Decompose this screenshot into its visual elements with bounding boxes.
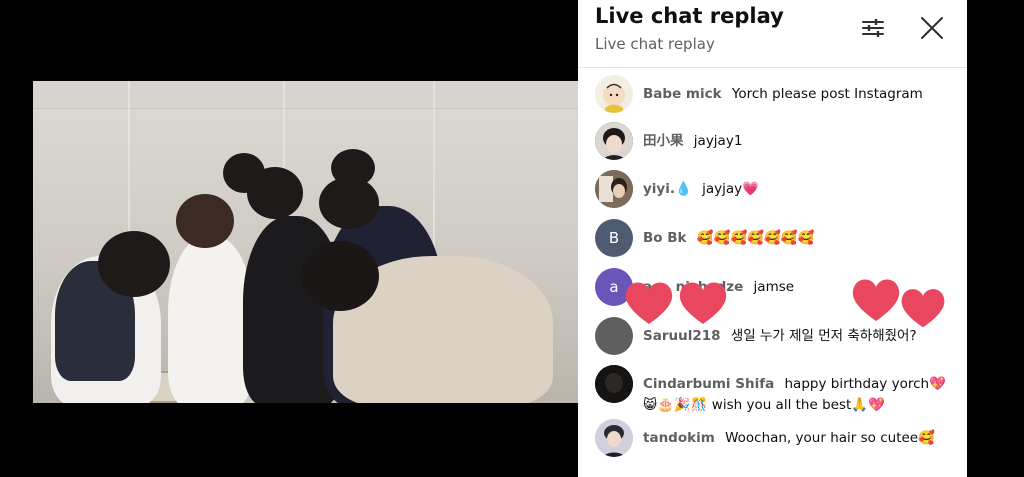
avatar-letter: a [609,278,619,296]
video-person-head [176,194,234,248]
chat-text: 🥰🥰🥰🥰🥰🥰🥰 [696,230,815,246]
heart-reaction-icon [679,282,727,324]
chat-message-body: tandokim Woochan, your hair so cutee🥰 [643,419,935,449]
chat-mode-dropdown[interactable]: Live chat replay [595,35,715,53]
chat-message: yiyi.💧 jayjay💗 [595,170,959,208]
chat-author[interactable]: 田小果 [643,133,684,149]
live-chat-panel: Live chat replay Live chat replay Babe m… [578,0,967,477]
cartoon-avatar-icon [603,83,625,113]
chat-author[interactable]: tandokim [643,430,715,446]
avatar[interactable] [595,365,633,403]
video-frame[interactable] [33,81,579,403]
avatar[interactable] [595,75,633,113]
chat-message-body: 田小果 jayjay1 [643,122,742,152]
chat-author[interactable]: Babe mick [643,86,722,102]
chat-text: jayjay💗 [702,181,759,197]
screen: Live chat replay Live chat replay Babe m… [0,0,1024,477]
chat-text: jayjay1 [693,133,743,149]
chat-author[interactable]: Bo Bk [643,230,687,246]
chat-author[interactable]: Cindarbumi Shifa [643,376,774,392]
chat-message: tandokim Woochan, your hair so cutee🥰 [595,419,959,457]
chat-text: happy birthday yorch💖 [784,376,946,392]
chat-text-line2: 😸🎂🎉🎊 wish you all the best🙏💖 [643,397,885,413]
photo-avatar-icon [595,122,633,160]
chat-message: 田小果 jayjay1 [595,122,959,160]
chat-message-body: Babe mick Yorch please post Instagram [643,75,923,105]
chat-message-body: Bo Bk 🥰🥰🥰🥰🥰🥰🥰 [643,219,815,249]
avatar[interactable] [595,170,633,208]
video-person-head [301,241,379,311]
chat-message: Babe mick Yorch please post Instagram [595,75,959,113]
chat-text: Woochan, your hair so cutee🥰 [725,430,935,446]
chat-message: B Bo Bk 🥰🥰🥰🥰🥰🥰🥰 [595,219,959,257]
video-ceiling [33,81,579,109]
chat-title: Live chat replay [595,4,784,28]
close-icon[interactable] [917,13,947,43]
chat-author[interactable]: Saruul218 [643,328,721,344]
video-person-head [98,231,170,297]
chat-text: jamse [753,279,795,295]
avatar[interactable] [595,419,633,457]
filter-sliders-icon[interactable] [858,13,888,43]
chat-author[interactable]: yiyi.💧 [643,181,692,197]
photo-avatar-icon [595,419,633,457]
chat-text: Yorch please post Instagram [731,86,923,102]
video-person-head [319,177,379,229]
video-person [168,236,253,403]
heart-reaction-icon [625,282,673,324]
chat-message-body: yiyi.💧 jayjay💗 [643,170,759,200]
chat-message-list[interactable]: Babe mick Yorch please post Instagram 田小… [578,69,967,477]
heart-reaction-icon [852,279,900,321]
chat-message-body: Cindarbumi Shifa happy birthday yorch💖 😸… [643,365,946,416]
avatar[interactable]: B [595,219,633,257]
heart-reaction-icon [901,289,945,328]
avatar[interactable] [595,122,633,160]
video-person-head [247,167,303,219]
avatar-letter: B [608,229,620,247]
chat-header: Live chat replay Live chat replay [578,0,967,68]
photo-avatar-icon [595,170,633,208]
photo-avatar-icon [595,365,633,403]
chat-message: Cindarbumi Shifa happy birthday yorch💖 😸… [595,365,959,416]
chat-text: 생일 누가 제일 먼저 축하해줬어? [730,328,917,344]
